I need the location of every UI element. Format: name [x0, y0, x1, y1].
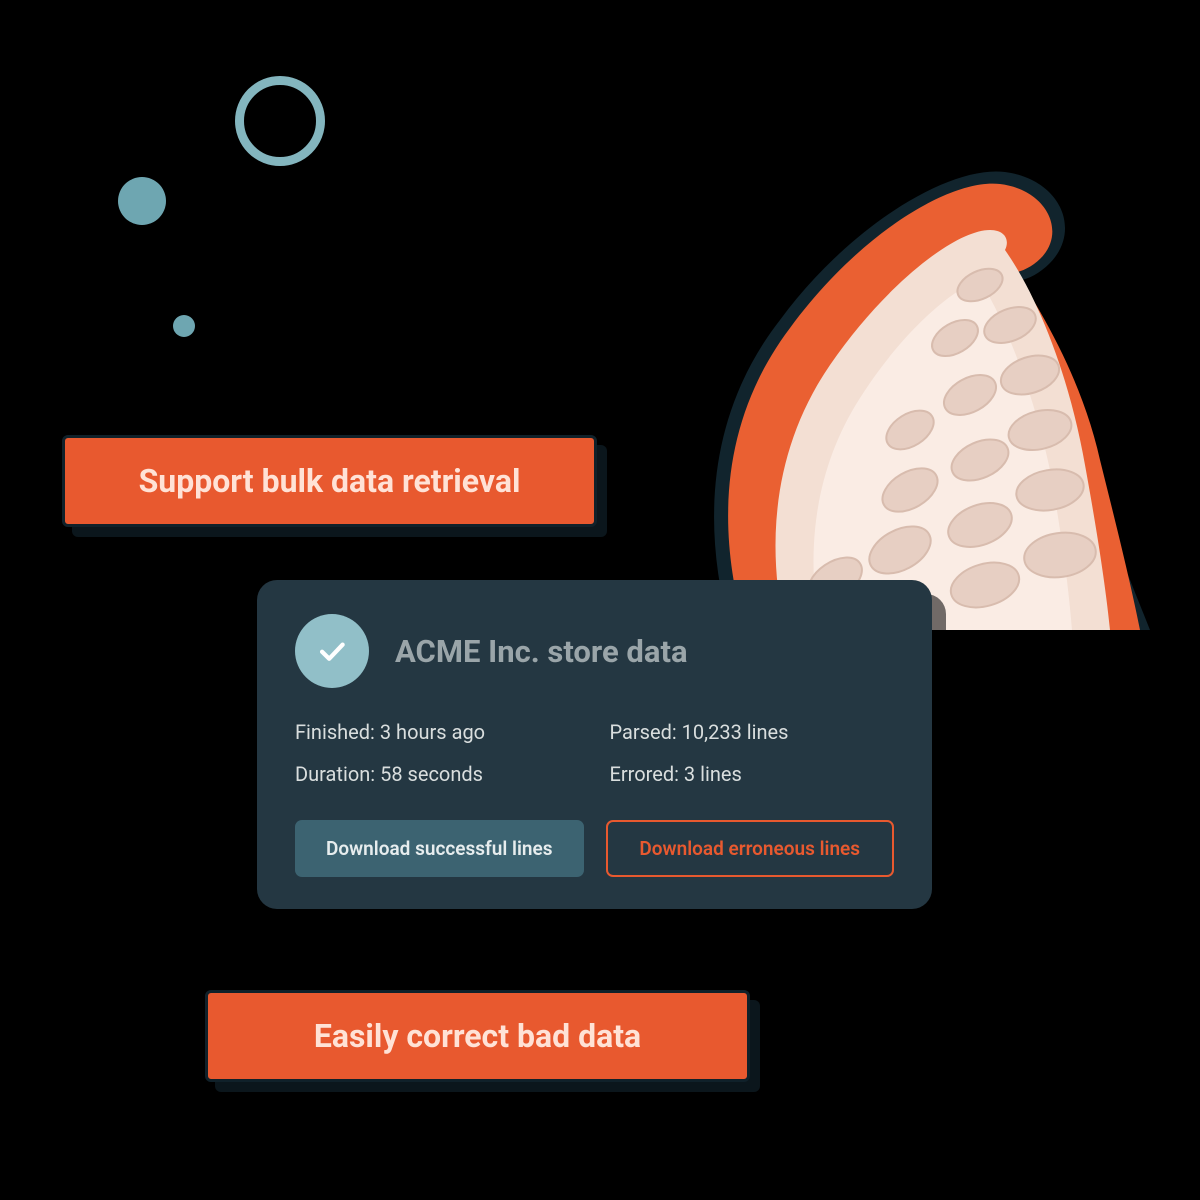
- download-error-label: Download erroneous lines: [639, 837, 860, 860]
- stat-parsed: Parsed: 10,233 lines: [610, 720, 895, 744]
- download-success-button[interactable]: Download successful lines: [295, 820, 584, 877]
- job-title: ACME Inc. store data: [395, 633, 688, 670]
- bubble-dot: [118, 177, 166, 225]
- badge-correct-data: Easily correct bad data: [205, 990, 750, 1082]
- badge-correct-data-label: Easily correct bad data: [314, 1017, 641, 1055]
- job-card-header: ACME Inc. store data: [295, 614, 894, 688]
- job-card: ACME Inc. store data Finished: 3 hours a…: [257, 580, 932, 909]
- tentacle-illustration: [610, 70, 1150, 630]
- bubble-dot-small: [173, 315, 195, 337]
- stat-errored: Errored: 3 lines: [610, 762, 895, 786]
- badge-bulk-data-label: Support bulk data retrieval: [139, 462, 521, 500]
- download-error-button[interactable]: Download erroneous lines: [606, 820, 895, 877]
- stat-duration: Duration: 58 seconds: [295, 762, 580, 786]
- download-success-label: Download successful lines: [326, 837, 553, 860]
- badge-bulk-data: Support bulk data retrieval: [62, 435, 597, 527]
- stat-finished: Finished: 3 hours ago: [295, 720, 580, 744]
- bubble-ring: [235, 76, 325, 166]
- job-stats: Finished: 3 hours ago Parsed: 10,233 lin…: [295, 720, 894, 786]
- checkmark-icon: [295, 614, 369, 688]
- job-actions: Download successful lines Download erron…: [295, 820, 894, 877]
